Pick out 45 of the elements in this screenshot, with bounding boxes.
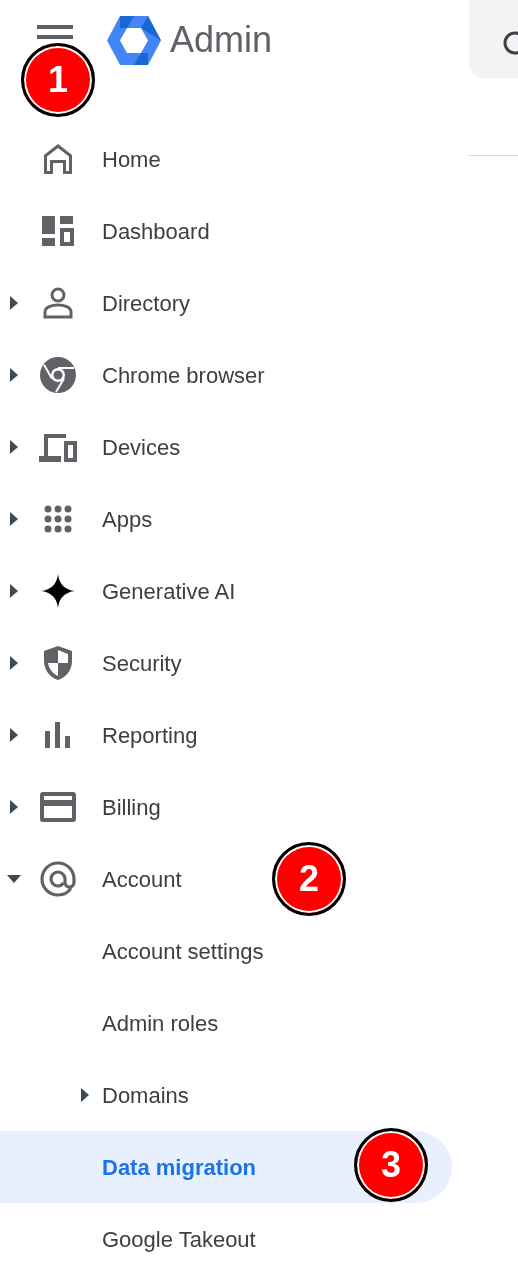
nav-item[interactable]: Dashboard — [102, 214, 210, 248]
admin-logo-icon — [107, 16, 161, 65]
sparkle-icon — [41, 574, 75, 608]
person-icon — [42, 287, 74, 319]
menu-icon[interactable] — [37, 24, 75, 40]
shield-icon — [43, 645, 73, 681]
callout-badge: 3 — [354, 1128, 428, 1202]
nav-subitem[interactable]: Domains — [0, 1059, 452, 1131]
caret-right-icon[interactable] — [81, 1088, 89, 1102]
app-title: Admin — [170, 18, 273, 62]
caret-right-icon[interactable] — [10, 512, 18, 526]
nav-item[interactable]: Home — [102, 142, 161, 176]
nav-subitem[interactable]: Google Takeout — [0, 1203, 452, 1275]
nav-item[interactable]: Devices — [102, 430, 181, 464]
nav-item[interactable]: Directory — [102, 286, 190, 320]
nav-item[interactable]: Security — [102, 646, 182, 680]
nav-subitem[interactable]: Admin roles — [0, 987, 452, 1059]
caret-right-icon[interactable] — [10, 368, 18, 382]
devices-icon — [39, 432, 77, 462]
nav-item[interactable]: Chrome browser — [102, 358, 265, 392]
nav-subitem[interactable]: Account settings — [0, 915, 452, 987]
nav-item[interactable]: Account — [102, 862, 182, 896]
browser-logo-icon — [40, 357, 76, 393]
search-icon — [501, 30, 518, 56]
caret-right-icon[interactable] — [10, 656, 18, 670]
caret-right-icon[interactable] — [10, 728, 18, 742]
home-icon — [43, 143, 73, 175]
bar-chart-icon — [45, 722, 71, 748]
nav-subitem[interactable]: Data migration 3 — [0, 1131, 452, 1203]
grid-dots-icon — [43, 504, 73, 534]
dashboard-icon — [41, 215, 75, 247]
nav-item[interactable]: Billing — [102, 790, 161, 824]
nav-item[interactable]: Reporting — [102, 718, 198, 752]
caret-right-icon[interactable] — [10, 296, 18, 310]
caret-down-icon[interactable] — [7, 875, 21, 883]
caret-right-icon[interactable] — [10, 800, 18, 814]
caret-right-icon[interactable] — [10, 440, 18, 454]
caret-right-icon[interactable] — [10, 584, 18, 598]
callout-badge: 1 — [21, 43, 95, 117]
card-icon — [40, 792, 76, 822]
nav-item[interactable]: Apps — [102, 502, 153, 536]
search-bar[interactable] — [469, 0, 518, 78]
nav-item[interactable]: Generative AI — [102, 574, 236, 608]
callout-badge: 2 — [272, 842, 346, 916]
at-sign-icon — [40, 861, 76, 897]
